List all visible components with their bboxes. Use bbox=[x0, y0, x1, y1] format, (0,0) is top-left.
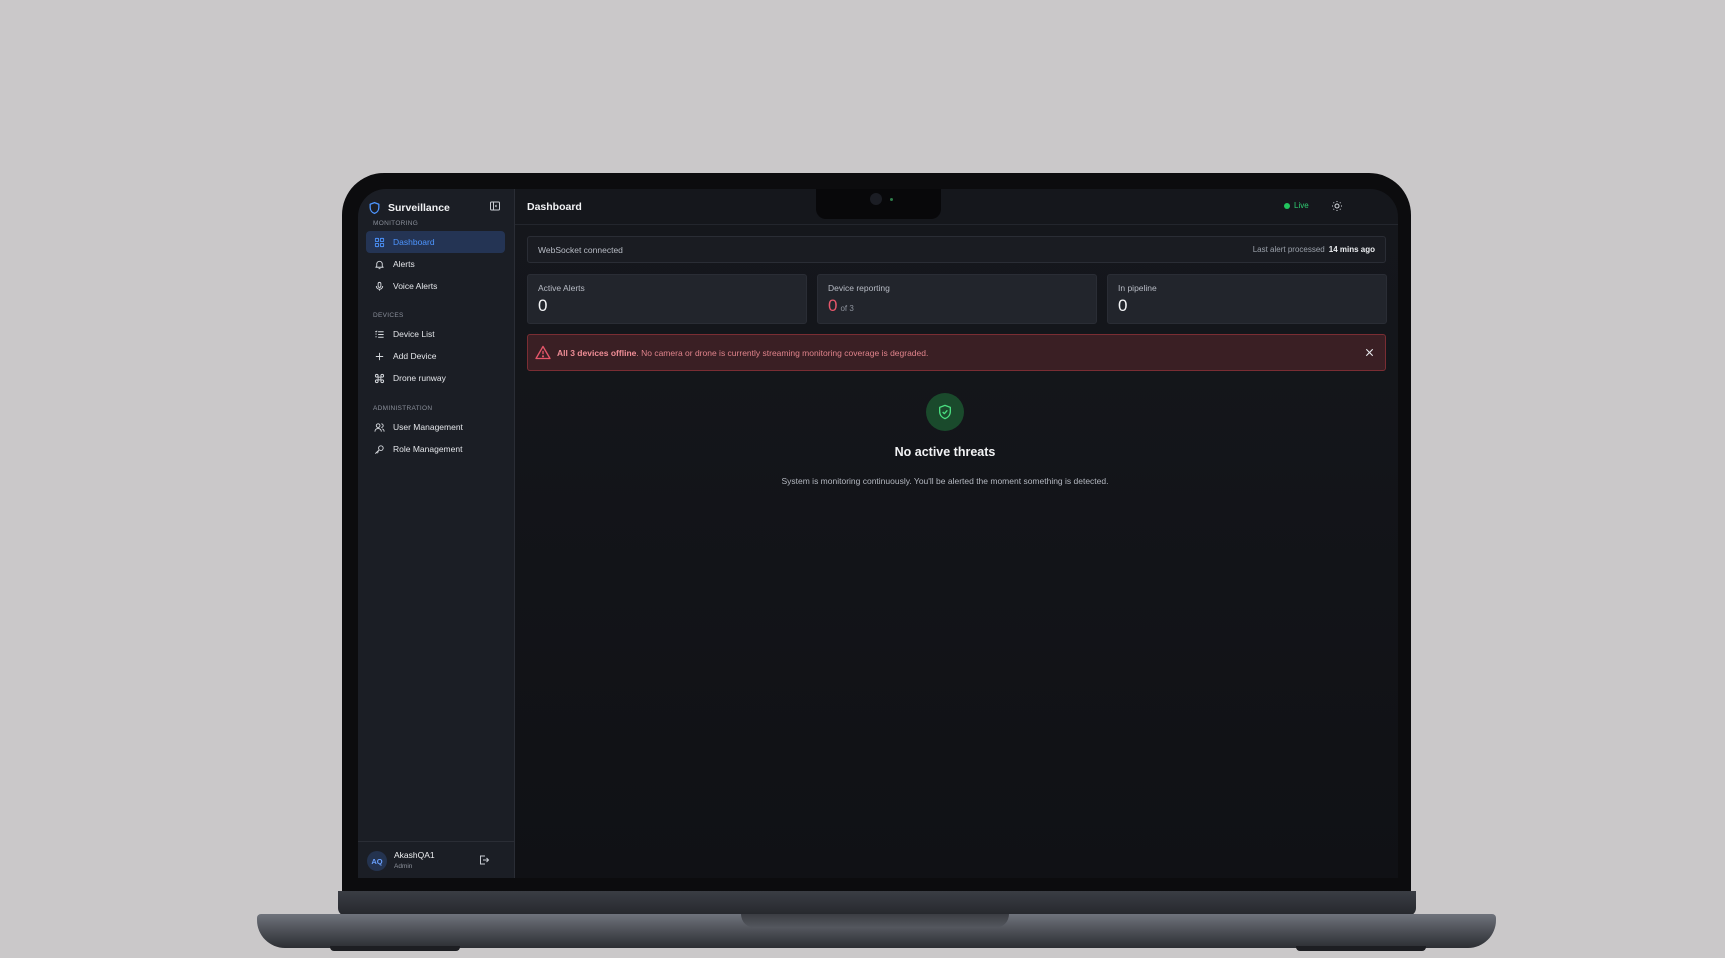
section-devices: DEVICES bbox=[373, 312, 404, 319]
stat-label: In pipeline bbox=[1118, 283, 1157, 293]
list-icon bbox=[375, 330, 384, 338]
users-icon bbox=[374, 422, 385, 432]
live-status: Live bbox=[1284, 201, 1309, 210]
close-icon[interactable] bbox=[1364, 347, 1375, 358]
empty-state-title: No active threats bbox=[894, 445, 996, 459]
sidebar-item-alerts[interactable]: Alerts bbox=[366, 253, 505, 275]
sidebar-item-role-management[interactable]: Role Management bbox=[366, 438, 505, 460]
theme-toggle-icon[interactable] bbox=[1331, 200, 1343, 212]
stat-card-active-alerts: Active Alerts 0 bbox=[527, 274, 807, 324]
stat-value: 0 bbox=[1118, 296, 1128, 315]
stat-label: Active Alerts bbox=[538, 283, 585, 293]
top-bar: Dashboard Live bbox=[515, 189, 1398, 225]
stat-label: Device reporting bbox=[828, 283, 890, 293]
brand[interactable]: Surveillance bbox=[368, 199, 450, 217]
alert-body: . No camera or drone is currently stream… bbox=[636, 348, 929, 358]
laptop-foot-left bbox=[330, 946, 460, 951]
grid-icon bbox=[374, 237, 385, 247]
sidebar-item-voice-alerts[interactable]: Voice Alerts bbox=[366, 275, 505, 297]
drone-icon bbox=[374, 373, 385, 383]
shield-logo-icon bbox=[369, 201, 380, 215]
webcam-led bbox=[890, 198, 893, 201]
user-profile: AQ AkashQA1 Admin bbox=[358, 841, 515, 878]
laptop-chin bbox=[338, 891, 1416, 916]
stat-value: 0 bbox=[538, 296, 548, 315]
brand-name: Surveillance bbox=[388, 202, 450, 214]
main-content: WebSocket connected Last alert processed… bbox=[515, 225, 1398, 878]
sidebar-item-label: Role Management bbox=[393, 444, 463, 454]
alert-message: All 3 devices offline. No camera or dron… bbox=[557, 348, 928, 358]
empty-state-subtitle: System is monitoring continuously. You'l… bbox=[781, 476, 1109, 486]
sidebar-item-label: Voice Alerts bbox=[393, 281, 438, 291]
section-monitoring: MONITORING bbox=[373, 220, 419, 227]
stat-card-device-reporting: Device reporting 0 of 3 bbox=[817, 274, 1097, 324]
microphone-icon bbox=[375, 281, 384, 291]
webcam bbox=[870, 193, 882, 205]
plus-icon bbox=[375, 352, 384, 360]
sidebar-item-add-device[interactable]: Add Device bbox=[366, 345, 505, 367]
shield-status-badge bbox=[926, 393, 964, 431]
sidebar-collapse-icon[interactable] bbox=[489, 200, 501, 212]
sidebar-item-label: Add Device bbox=[393, 351, 437, 361]
sidebar-item-device-list[interactable]: Device List bbox=[366, 323, 505, 345]
live-label: Live bbox=[1294, 201, 1309, 210]
live-dot-icon bbox=[1284, 202, 1290, 209]
sidebar-item-label: Drone runway bbox=[393, 373, 446, 383]
last-alert-value: 14 mins ago bbox=[1328, 245, 1375, 254]
stat-sub: of 3 bbox=[840, 304, 854, 313]
user-role: Admin bbox=[394, 863, 413, 870]
websocket-status: WebSocket connected bbox=[538, 245, 623, 255]
laptop-foot-right bbox=[1296, 946, 1426, 951]
connection-bar: WebSocket connected Last alert processed… bbox=[527, 236, 1386, 263]
page-title: Dashboard bbox=[527, 201, 582, 213]
sidebar-item-label: Device List bbox=[393, 329, 435, 339]
sidebar-item-label: Alerts bbox=[393, 259, 415, 269]
warning-icon bbox=[535, 345, 551, 360]
sidebar: Surveillance MONITORING Dashboard Alerts… bbox=[358, 189, 515, 878]
offline-alert-banner: All 3 devices offline. No camera or dron… bbox=[527, 334, 1386, 371]
last-alert: Last alert processed 14 mins ago bbox=[1253, 245, 1375, 254]
laptop-base-notch bbox=[741, 914, 1009, 928]
alert-title: All 3 devices offline bbox=[557, 348, 637, 358]
stat-number: 0 bbox=[828, 296, 838, 315]
sidebar-item-label: Dashboard bbox=[393, 237, 435, 247]
key-icon bbox=[375, 444, 384, 454]
user-name: AkashQA1 bbox=[394, 850, 435, 860]
avatar[interactable]: AQ bbox=[367, 851, 387, 871]
section-administration: ADMINISTRATION bbox=[373, 405, 433, 412]
sidebar-item-user-management[interactable]: User Management bbox=[366, 416, 505, 438]
sidebar-item-drone-runway[interactable]: Drone runway bbox=[366, 367, 505, 389]
bell-icon bbox=[375, 260, 384, 269]
stat-value: 0 of 3 bbox=[828, 296, 854, 316]
app-screen: Surveillance MONITORING Dashboard Alerts… bbox=[358, 189, 1398, 878]
sidebar-item-dashboard[interactable]: Dashboard bbox=[366, 231, 505, 253]
stat-card-in-pipeline: In pipeline 0 bbox=[1107, 274, 1387, 324]
sidebar-item-label: User Management bbox=[393, 422, 463, 432]
logout-icon[interactable] bbox=[478, 854, 490, 866]
shield-check-icon bbox=[939, 404, 951, 420]
last-alert-label: Last alert processed bbox=[1252, 245, 1325, 254]
